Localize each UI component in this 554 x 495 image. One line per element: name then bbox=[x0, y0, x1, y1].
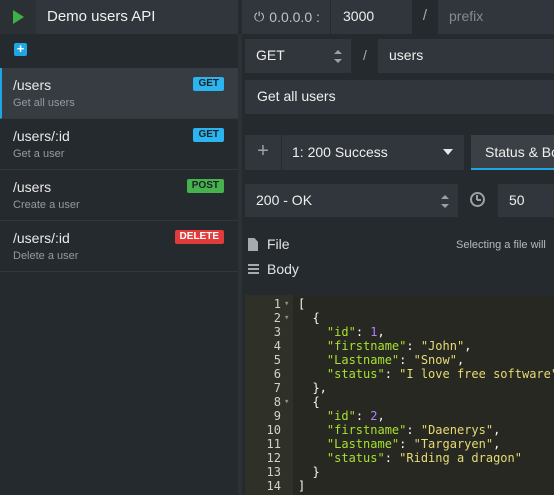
code-line: 12 "status": "Riding a dragon" bbox=[245, 451, 554, 465]
code-line: 5 "Lastname": "Snow", bbox=[245, 353, 554, 367]
route-path: /users bbox=[13, 179, 52, 195]
code-line: 6 "status": "I love free software" bbox=[245, 367, 554, 381]
code-text: "Lastname": "Snow", bbox=[326, 353, 465, 367]
code-line: 4 "firstname": "John", bbox=[245, 339, 554, 353]
method-badge: GET bbox=[193, 77, 224, 91]
code-line: 13 } bbox=[245, 465, 554, 479]
code-text: { bbox=[298, 395, 320, 409]
fold-arrow-icon[interactable]: ▾ bbox=[284, 297, 289, 311]
route-item[interactable]: /users Get all users GET bbox=[0, 68, 238, 119]
status-code-select[interactable]: 200 - OK bbox=[245, 184, 458, 217]
method-select[interactable]: GET bbox=[245, 39, 351, 73]
code-line: 10 "firstname": "Daenerys", bbox=[245, 423, 554, 437]
code-line: 11 "Lastname": "Targaryen", bbox=[245, 437, 554, 451]
line-number: 6 bbox=[273, 367, 281, 381]
play-icon bbox=[12, 10, 24, 24]
route-description: Create a user bbox=[13, 199, 80, 211]
code-text: "status": "I love free software" bbox=[326, 367, 554, 381]
code-text: "id": 2, bbox=[326, 409, 385, 423]
method-badge: POST bbox=[186, 179, 224, 193]
prefix-separator: / bbox=[422, 7, 428, 24]
route-description: Get all users bbox=[13, 97, 75, 109]
line-number: 14 bbox=[266, 479, 281, 493]
code-line: 3 "id": 1, bbox=[245, 325, 554, 339]
line-number: 4 bbox=[273, 339, 281, 353]
line-number: 2 bbox=[273, 311, 281, 325]
route-path: /users/:id bbox=[13, 128, 70, 144]
dropdown-arrow-icon bbox=[443, 149, 453, 155]
port-input[interactable]: 3000 bbox=[330, 0, 412, 34]
latency-input[interactable]: 50 bbox=[498, 184, 554, 217]
environment-name-input[interactable]: Demo users API bbox=[36, 0, 238, 34]
code-text: "Lastname": "Targaryen", bbox=[326, 437, 501, 451]
code-line: 8 ▾ { bbox=[245, 395, 554, 409]
routes-sidebar: + /users Get all users GET /users/:id Ge… bbox=[0, 34, 238, 495]
start-server-button[interactable] bbox=[0, 0, 36, 34]
line-number: 5 bbox=[273, 353, 281, 367]
code-line: 7 }, bbox=[245, 381, 554, 395]
file-hint: Selecting a file will bbox=[456, 239, 546, 251]
code-text: } bbox=[298, 465, 320, 479]
file-label: File bbox=[267, 236, 290, 252]
hostname-field[interactable]: ⏻ 0.0.0.0 : bbox=[242, 0, 330, 34]
code-text: "status": "Riding a dragon" bbox=[326, 451, 522, 465]
line-number: 11 bbox=[266, 437, 281, 451]
add-route-button[interactable]: + bbox=[14, 42, 27, 56]
code-text: "id": 1, bbox=[326, 325, 385, 339]
route-description: Get a user bbox=[13, 148, 65, 160]
line-number: 12 bbox=[266, 451, 281, 465]
tab-status-body[interactable]: Status & Body bbox=[471, 135, 554, 170]
code-line: 2 ▾ { bbox=[245, 311, 554, 325]
select-caret-icon bbox=[334, 50, 342, 63]
line-number: 1 bbox=[273, 297, 281, 311]
documentation-input[interactable]: Get all users bbox=[245, 80, 554, 114]
line-number: 9 bbox=[273, 409, 281, 423]
top-bar: Demo users API ⏻ 0.0.0.0 : 3000 / prefix bbox=[0, 0, 554, 34]
method-value: GET bbox=[256, 47, 285, 63]
add-response-button[interactable]: + bbox=[245, 135, 281, 170]
code-line: 1 ▾ [ bbox=[245, 297, 554, 311]
code-text: "firstname": "John", bbox=[326, 339, 472, 353]
response-select[interactable]: 1: 200 Success bbox=[282, 135, 464, 170]
line-number: 13 bbox=[266, 465, 281, 479]
file-icon bbox=[248, 238, 258, 251]
endpoint-separator: / bbox=[363, 47, 367, 63]
code-text: ] bbox=[298, 479, 306, 493]
endpoint-input[interactable]: users bbox=[378, 39, 554, 73]
line-number: 8 bbox=[273, 395, 281, 409]
body-label: Body bbox=[267, 261, 299, 277]
clock-icon bbox=[470, 192, 485, 207]
route-item[interactable]: /users/:id Delete a user DELETE bbox=[0, 221, 238, 272]
line-number: 7 bbox=[273, 381, 281, 395]
route-item[interactable]: /users Create a user POST bbox=[0, 170, 238, 221]
routes-list: /users Get all users GET /users/:id Get … bbox=[0, 68, 238, 272]
line-number: 10 bbox=[266, 423, 281, 437]
code-line: 9 "id": 2, bbox=[245, 409, 554, 423]
code-line: 14] bbox=[245, 479, 554, 493]
fold-arrow-icon[interactable]: ▾ bbox=[284, 311, 289, 325]
response-select-value: 1: 200 Success bbox=[292, 144, 388, 160]
code-text: [ bbox=[298, 297, 306, 311]
route-description: Delete a user bbox=[13, 250, 79, 262]
method-badge: GET bbox=[193, 128, 224, 142]
route-item[interactable]: /users/:id Get a user GET bbox=[0, 119, 238, 170]
route-editor: GET / users Get all users + 1: 200 Succe… bbox=[242, 34, 554, 495]
code-text: { bbox=[298, 311, 320, 325]
body-editor[interactable]: 1 ▾[2 ▾ {3 "id": 1, 4 "firstname": "John", 5… bbox=[245, 295, 554, 495]
text-lines-icon bbox=[248, 264, 259, 274]
hostname-value: 0.0.0.0 : bbox=[269, 9, 320, 25]
method-badge: DELETE bbox=[174, 230, 224, 244]
code-text: "firstname": "Daenerys", bbox=[326, 423, 501, 437]
route-path: /users/:id bbox=[13, 230, 70, 246]
code-text: }, bbox=[298, 381, 327, 395]
status-code-value: 200 - OK bbox=[256, 192, 313, 208]
route-path: /users bbox=[13, 77, 52, 93]
fold-arrow-icon[interactable]: ▾ bbox=[284, 395, 289, 409]
prefix-input[interactable]: prefix bbox=[438, 0, 554, 34]
line-number: 3 bbox=[273, 325, 281, 339]
select-caret-icon bbox=[441, 195, 449, 208]
plug-icon: ⏻ bbox=[254, 9, 265, 24]
